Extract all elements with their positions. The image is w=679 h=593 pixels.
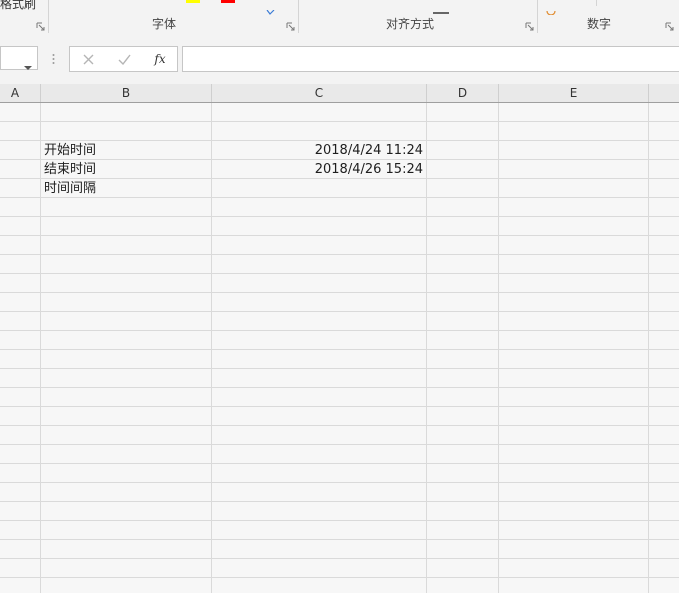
currency-format-icon[interactable] — [546, 0, 556, 19]
cell-c4[interactable]: 2018/4/26 15:24 — [212, 160, 423, 179]
column-header-b[interactable]: B — [41, 84, 212, 102]
formula-bar-grip-icon[interactable] — [52, 51, 55, 65]
close-icon — [83, 54, 93, 64]
format-painter-label[interactable]: 格式刷 — [0, 0, 36, 12]
column-headers: A B C D E — [0, 84, 679, 103]
column-header-c[interactable]: C — [212, 84, 427, 102]
font-group-label: 字体 — [152, 17, 177, 31]
column-header-a[interactable]: A — [0, 84, 41, 102]
cell-b3[interactable]: 开始时间 — [44, 141, 96, 160]
ribbon-divider — [298, 0, 299, 33]
number-group-label: 数字 — [587, 17, 612, 31]
cell-c3[interactable]: 2018/4/24 11:24 — [212, 141, 423, 160]
check-icon — [118, 54, 131, 65]
number-dialog-launcher-icon[interactable] — [665, 22, 674, 31]
alignment-group-label: 对齐方式 — [386, 17, 435, 31]
ribbon-divider — [596, 0, 597, 6]
column-header-d[interactable]: D — [427, 84, 499, 102]
alignment-dialog-launcher-icon[interactable] — [525, 22, 534, 31]
clipboard-dialog-launcher-icon[interactable] — [36, 22, 45, 31]
cell-b4[interactable]: 结束时间 — [44, 160, 96, 179]
highlight-color-swatch[interactable] — [186, 0, 200, 3]
ribbon-divider — [48, 0, 49, 33]
ribbon: 格式刷 字体 对齐方式 数字 — [0, 0, 679, 37]
font-color-swatch[interactable] — [221, 0, 235, 3]
chevron-down-icon[interactable] — [24, 56, 32, 75]
confirm-entry-button[interactable] — [106, 47, 142, 71]
cell-b5[interactable]: 时间间隔 — [44, 179, 96, 198]
formula-input[interactable] — [182, 46, 679, 72]
gridline — [426, 103, 427, 593]
column-header-f[interactable] — [649, 84, 679, 102]
column-header-e[interactable]: E — [499, 84, 649, 102]
ribbon-divider — [537, 0, 538, 33]
gridline — [498, 103, 499, 593]
font-dialog-launcher-icon[interactable] — [286, 22, 295, 31]
cancel-entry-button[interactable] — [70, 47, 106, 71]
name-box[interactable] — [0, 46, 38, 70]
formula-bar: fx — [0, 36, 679, 84]
spreadsheet-grid[interactable]: 开始时间 2018/4/24 11:24 结束时间 2018/4/26 15:2… — [0, 103, 679, 593]
align-bottom-icon[interactable] — [433, 0, 449, 19]
clear-format-icon[interactable] — [266, 0, 276, 19]
formula-buttons: fx — [69, 46, 178, 72]
insert-function-button[interactable]: fx — [142, 47, 178, 71]
gridline — [648, 103, 649, 593]
gridline — [40, 103, 41, 593]
